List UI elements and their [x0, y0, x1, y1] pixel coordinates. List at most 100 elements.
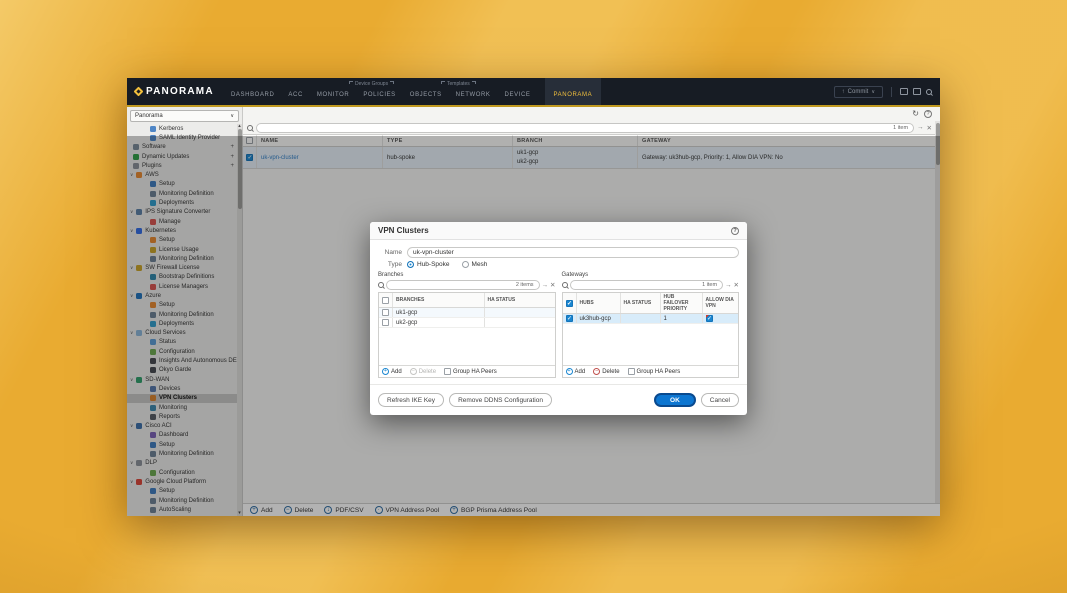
refresh-ike-key-button[interactable]: Refresh IKE Key [378, 393, 444, 407]
context-selector[interactable]: Panorama ∨ [130, 110, 239, 122]
nav-tab[interactable]: NETWORK [456, 86, 491, 98]
main-toolbar: ↻ ? [243, 107, 940, 121]
branches-search-input[interactable]: 2 items [386, 280, 540, 290]
item-count: 1 item [893, 125, 913, 131]
minus-circle-icon: − [593, 368, 600, 375]
ok-button[interactable]: OK [654, 393, 696, 407]
plus-circle-icon: + [566, 368, 573, 375]
dialog-title: VPN Clusters [378, 226, 429, 235]
radio-icon [462, 261, 469, 268]
checkbox-icon [628, 368, 635, 375]
refresh-icon[interactable]: ↻ [912, 110, 919, 118]
gateway-row[interactable]: uk3hub-gcp 1 [563, 314, 739, 324]
vpn-clusters-dialog: VPN Clusters ? Name Type Hub-Spoke Me [370, 222, 747, 415]
branch-row[interactable]: uk1-gcp [379, 308, 555, 318]
apply-filter-icon[interactable]: → [917, 124, 924, 131]
branches-panel: Branches 2 items → ✕ BRANCHES HA S [378, 272, 556, 378]
gateways-label: Gateways [562, 272, 740, 278]
chevron-down-icon: ∨ [230, 113, 234, 119]
panorama-logo: PANORAMA [135, 78, 214, 105]
nav-tab[interactable]: MONITOR [317, 86, 349, 98]
type-radio-group: Hub-Spoke Mesh [407, 261, 487, 268]
gateway-row-checkbox[interactable] [566, 315, 573, 322]
config-lock-icon[interactable] [900, 88, 908, 95]
name-label: Name [378, 249, 402, 256]
top-navbar: PANORAMA DASHBOARD ACC MONITOR POLICIES … [127, 78, 940, 105]
hub-name-cell: uk3hub-gcp [577, 314, 621, 323]
ha-status-column-header[interactable]: HA STATUS [485, 293, 555, 307]
name-input[interactable] [407, 247, 739, 258]
bracket-left [441, 81, 445, 84]
hubs-column-header[interactable]: HUBS [577, 293, 621, 313]
chevron-down-icon: ∨ [871, 89, 875, 95]
templates-bracket: Templates [441, 81, 476, 87]
type-radio-option[interactable]: Mesh [462, 261, 488, 268]
branches-table: BRANCHES HA STATUS uk1-gcp [378, 292, 556, 378]
logo-text: PANORAMA [146, 86, 214, 97]
scroll-up-icon[interactable]: ▴ [237, 124, 242, 129]
allow-dia-vpn-column-header[interactable]: ALLOW DIA VPN [703, 293, 739, 313]
search-icon [378, 282, 384, 288]
branch-row-checkbox[interactable] [382, 319, 389, 326]
nav-right-actions: ↑ Commit ∨ [834, 78, 932, 105]
gateways-search-input[interactable]: 1 item [570, 280, 724, 290]
tree-item-icon [150, 126, 156, 132]
nav-tab[interactable]: OBJECTS [410, 86, 442, 98]
gateways-item-count: 1 item [702, 282, 722, 288]
dialog-titlebar: VPN Clusters ? [370, 222, 747, 240]
gateways-group-ha-checkbox[interactable]: Group HA Peers [628, 368, 681, 375]
type-radio-option[interactable]: Hub-Spoke [407, 261, 450, 268]
cancel-button[interactable]: Cancel [701, 393, 739, 407]
nav-tab[interactable]: PANORAMA [545, 78, 602, 105]
ha-status-column-header[interactable]: HA STATUS [621, 293, 661, 313]
branches-group-ha-checkbox[interactable]: Group HA Peers [444, 368, 497, 375]
help-icon[interactable]: ? [924, 110, 932, 118]
table-empty-area [379, 328, 555, 365]
bracket-right [390, 81, 394, 84]
panorama-logo-icon [134, 87, 144, 97]
desktop-wallpaper: PANORAMA DASHBOARD ACC MONITOR POLICIES … [0, 0, 1067, 593]
gateways-panel: Gateways 1 item → ✕ HUBS HA STATUS [562, 272, 740, 378]
gateways-add-button[interactable]: + Add [566, 368, 586, 375]
search-icon [562, 282, 568, 288]
divider [891, 87, 892, 97]
branch-row-checkbox[interactable] [382, 309, 389, 316]
radio-icon [407, 261, 414, 268]
minus-circle-icon: − [410, 368, 417, 375]
bracket-left [349, 81, 353, 84]
dialog-help-icon[interactable]: ? [731, 227, 739, 235]
clear-filter-icon[interactable]: ✕ [734, 281, 739, 289]
clear-filter-icon[interactable]: ✕ [927, 124, 932, 132]
allow-dia-vpn-checkbox[interactable] [706, 315, 713, 322]
apply-filter-icon[interactable]: → [542, 282, 549, 289]
task-manager-icon[interactable] [913, 88, 921, 95]
nav-tab[interactable]: POLICIES [363, 86, 395, 98]
branches-add-button[interactable]: + Add [382, 368, 402, 375]
branches-item-count: 2 items [516, 282, 539, 288]
clear-filter-icon[interactable]: ✕ [550, 281, 555, 289]
apply-filter-icon[interactable]: → [725, 282, 732, 289]
branches-select-all-checkbox[interactable] [382, 297, 389, 304]
gateways-table: HUBS HA STATUS HUB FAILOVER PRIORITY ALL… [562, 292, 740, 378]
branches-column-header[interactable]: BRANCHES [393, 293, 485, 307]
nav-tab[interactable]: DASHBOARD [231, 86, 274, 98]
global-search-icon[interactable] [926, 89, 932, 95]
remove-ddns-button[interactable]: Remove DDNS Configuration [449, 393, 552, 407]
ha-status-cell [621, 314, 661, 323]
gateways-select-all-checkbox[interactable] [566, 300, 573, 307]
gateways-delete-button[interactable]: − Delete [593, 368, 619, 375]
device-groups-bracket: Device Groups [349, 81, 394, 87]
search-icon [247, 125, 253, 131]
table-search-row: 1 item → ✕ [243, 121, 940, 134]
branches-label: Branches [378, 272, 556, 278]
commit-button[interactable]: ↑ Commit ∨ [834, 86, 883, 98]
hub-failover-priority-column-header[interactable]: HUB FAILOVER PRIORITY [661, 293, 703, 313]
tree-item[interactable]: Kerberos [127, 124, 242, 133]
branches-delete-button[interactable]: − Delete [410, 368, 436, 375]
table-empty-area [563, 324, 739, 365]
nav-tab[interactable]: DEVICE [505, 86, 531, 98]
nav-tabs: DASHBOARD ACC MONITOR POLICIES OBJECTS N… [231, 78, 601, 105]
nav-tab[interactable]: ACC [288, 86, 302, 98]
table-search-input[interactable]: 1 item [256, 123, 914, 133]
branch-row[interactable]: uk2-gcp [379, 318, 555, 328]
